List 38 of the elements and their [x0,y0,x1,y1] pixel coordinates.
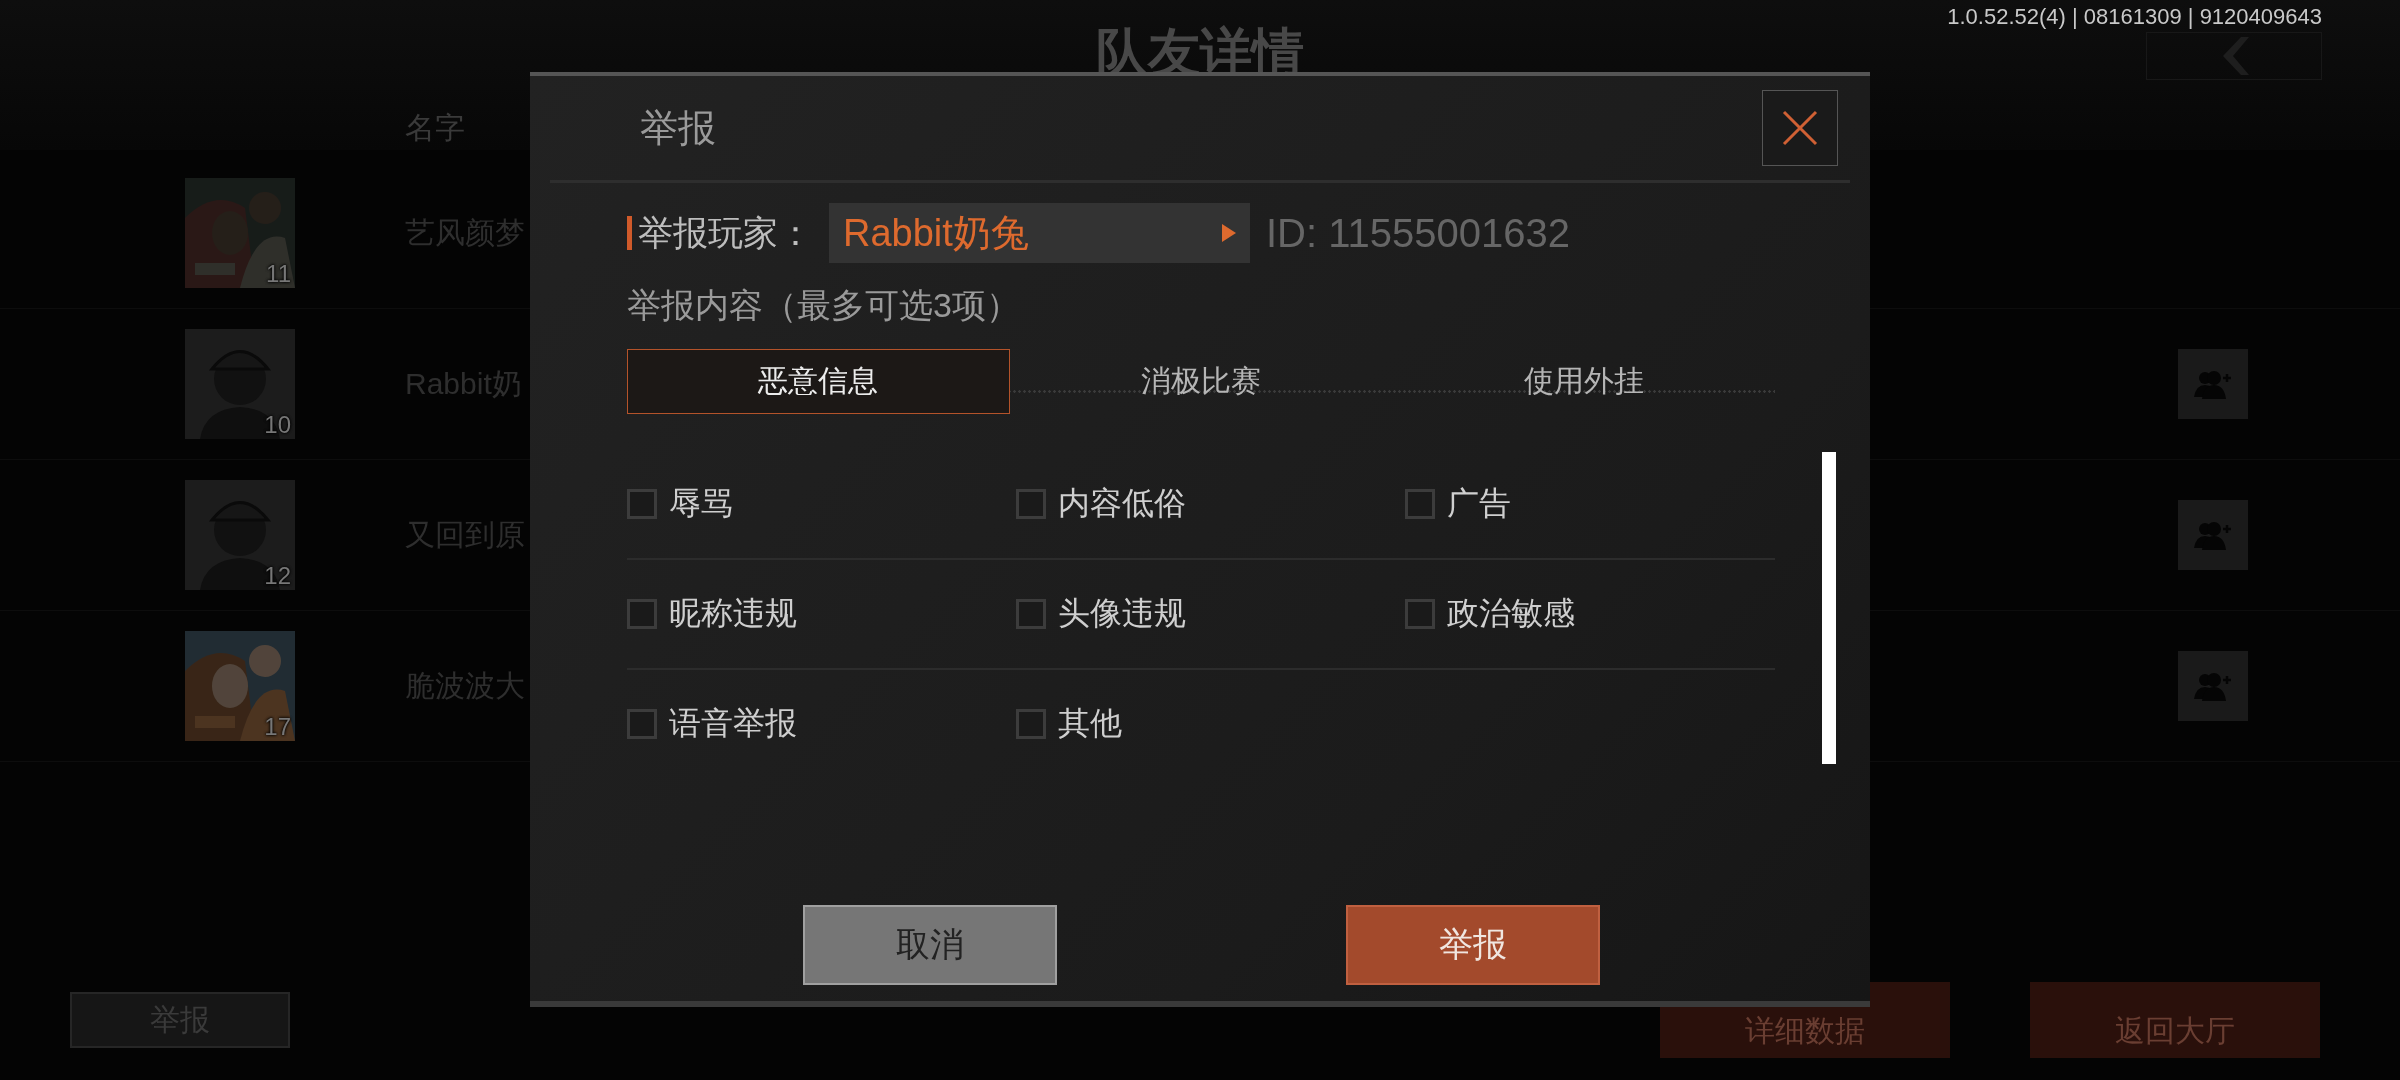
checkbox[interactable] [1016,709,1046,739]
close-button[interactable] [1762,90,1838,166]
option-label[interactable]: 昵称违规 [669,592,797,636]
category-tab[interactable]: 恶意信息 [627,349,1010,414]
category-tab[interactable]: 使用外挂 [1392,349,1775,414]
confirm-button[interactable]: 举报 [1346,905,1600,985]
close-icon [1780,108,1820,148]
accent-bar [627,216,632,250]
checkbox[interactable] [627,709,657,739]
player-id: ID: 11555001632 [1266,210,1570,256]
option-label[interactable]: 语音举报 [669,702,797,746]
level-number: 10 [264,411,291,439]
version-text: 1.0.52.52(4) | 08161309 | 9120409643 [1947,4,2322,30]
category-tab[interactable]: 消极比赛 [1009,349,1393,414]
option-label[interactable]: 政治敏感 [1447,592,1575,636]
scrollbar[interactable] [1822,452,1836,764]
option-label[interactable]: 其他 [1058,702,1122,746]
cancel-button[interactable]: 取消 [803,905,1057,985]
level-number: 12 [264,562,291,590]
level-number: 17 [264,713,291,741]
caret-icon [1222,224,1236,242]
option-label[interactable]: 内容低俗 [1058,482,1186,526]
avatar-icon [185,329,295,439]
option-label[interactable]: 头像违规 [1058,592,1186,636]
field-label: 举报玩家： [638,211,813,254]
checkbox[interactable] [1405,489,1435,519]
option-label[interactable]: 辱骂 [669,482,733,526]
level-number: 11 [266,260,291,288]
checkbox[interactable] [1016,599,1046,629]
checkbox[interactable] [1016,489,1046,519]
checkbox[interactable] [627,489,657,519]
option-label[interactable]: 广告 [1447,482,1511,526]
checkbox[interactable] [627,599,657,629]
dialog-title: 举报 [640,105,716,151]
checkbox[interactable] [1405,599,1435,629]
avatar-icon [185,480,295,590]
section-label: 举报内容（最多可选3项） [627,285,1021,326]
player-dropdown[interactable]: Rabbit奶兔 [829,203,1250,263]
